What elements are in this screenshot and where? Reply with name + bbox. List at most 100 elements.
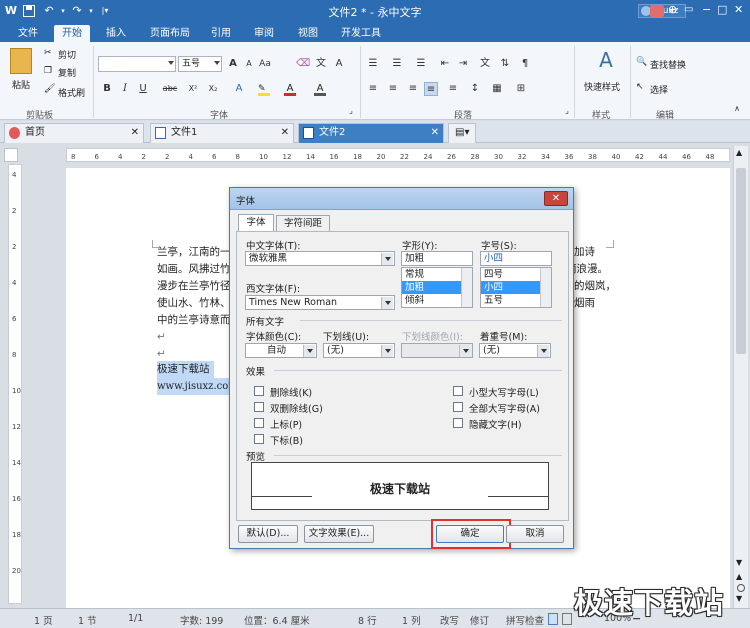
borders-icon[interactable]: ⊞	[514, 82, 528, 96]
outline-view-icon[interactable]	[562, 613, 572, 625]
dialog-title-bar[interactable]: 字体 ✕	[230, 188, 573, 210]
grow-font-icon[interactable]: A	[226, 57, 240, 71]
text-effect-button[interactable]: 文字效果(E)...	[304, 525, 374, 543]
help-icon[interactable]: ⊕	[668, 3, 677, 16]
tab-insert[interactable]: 插入	[98, 25, 134, 42]
size-input[interactable]: 小四	[480, 251, 552, 266]
find-replace-button[interactable]: 查找替换	[650, 58, 686, 71]
clear-format-icon[interactable]: ⌫	[296, 57, 310, 71]
strikethrough-icon[interactable]: abc	[160, 82, 180, 96]
status-spellcheck[interactable]: 拼写检查	[506, 613, 544, 627]
size-list-scrollbar[interactable]	[540, 268, 551, 307]
format-painter-button[interactable]: 格式刷	[58, 86, 85, 99]
highlight-icon[interactable]: ✎	[258, 84, 270, 96]
text-effects-icon[interactable]: A	[232, 82, 246, 96]
scroll-down-icon[interactable]: ▼	[736, 558, 742, 567]
bold-icon[interactable]: B	[100, 82, 114, 96]
font-name-combo[interactable]	[98, 56, 176, 72]
size-list[interactable]: 四号 小四 五号	[480, 267, 552, 308]
west-font-select[interactable]: Times New Roman	[245, 295, 395, 310]
selected-url[interactable]: www.jisuxz.com	[157, 378, 238, 395]
cut-button[interactable]: 剪切	[58, 48, 76, 61]
scroll-thumb[interactable]	[736, 168, 746, 354]
char-border-icon[interactable]: A	[332, 57, 346, 71]
tab-document-2[interactable]: 文件2 ✕	[298, 123, 444, 143]
restore-ribbon-icon[interactable]: ▭	[684, 4, 693, 15]
subscript-checkbox[interactable]	[254, 434, 264, 444]
close-tab-icon[interactable]: ✕	[431, 124, 439, 142]
default-button[interactable]: 默认(D)...	[238, 525, 298, 543]
scroll-up-icon[interactable]: ▲	[736, 148, 742, 157]
next-page-icon[interactable]: ▼	[736, 594, 742, 603]
skin-icon[interactable]	[650, 5, 664, 17]
phonetic-icon[interactable]: 文	[314, 57, 328, 71]
page-view-icon[interactable]	[548, 613, 558, 625]
decrease-indent-icon[interactable]: ⇤	[438, 57, 452, 71]
superscript-checkbox[interactable]	[254, 418, 264, 428]
hidden-text-checkbox[interactable]	[453, 418, 463, 428]
status-overtype[interactable]: 改写	[440, 613, 459, 627]
maximize-icon[interactable]: □	[717, 3, 727, 16]
align-center-icon[interactable]: ≡	[386, 82, 400, 96]
increase-indent-icon[interactable]: ⇥	[456, 57, 470, 71]
vertical-scrollbar[interactable]: ▲ ▼ ▲ ▼	[733, 146, 748, 608]
new-tab-button[interactable]: ▤▾	[448, 123, 476, 143]
ok-button[interactable]: 确定	[436, 525, 504, 543]
copy-button[interactable]: 复制	[58, 66, 76, 79]
selected-title[interactable]: 极速下载站	[157, 361, 214, 378]
tab-references[interactable]: 引用	[203, 25, 239, 42]
collapse-ribbon-icon[interactable]: ∧	[730, 102, 744, 116]
tab-review[interactable]: 审阅	[246, 25, 282, 42]
dialog-close-icon[interactable]: ✕	[544, 191, 568, 206]
quick-styles-icon[interactable]: A	[594, 48, 618, 72]
font-size-combo[interactable]: 五号	[178, 56, 222, 72]
tab-file[interactable]: 文件	[10, 25, 46, 42]
ruler-toggle-icon[interactable]	[4, 148, 18, 162]
minimize-icon[interactable]: −	[702, 3, 711, 16]
prev-page-icon[interactable]: ▲	[736, 572, 742, 581]
paste-icon[interactable]	[10, 48, 32, 74]
tab-developer[interactable]: 开发工具	[333, 25, 389, 42]
align-right-icon[interactable]: ≡	[406, 82, 420, 96]
small-caps-checkbox[interactable]	[453, 386, 463, 396]
vertical-ruler[interactable]: 4 2 2 4 6 8 10 12 14 16 18 20	[8, 164, 22, 604]
close-tab-icon[interactable]: ✕	[131, 124, 139, 142]
quick-styles-button[interactable]: 快速样式	[584, 80, 620, 93]
strikethrough-checkbox[interactable]	[254, 386, 264, 396]
justify-icon[interactable]: ≡	[424, 82, 438, 96]
change-case-icon[interactable]: Aa	[258, 57, 272, 71]
emphasis-select[interactable]: (无)	[479, 343, 551, 358]
font-dialog-launcher-icon[interactable]: ⌟	[344, 104, 358, 118]
distributed-icon[interactable]: ≡	[446, 82, 460, 96]
font-color-select[interactable]: 自动	[245, 343, 317, 358]
cut-icon[interactable]: ✂	[44, 48, 52, 58]
sort-icon[interactable]: ⇅	[498, 57, 512, 71]
tab-home-page[interactable]: 首页 ✕	[4, 123, 144, 143]
select-button[interactable]: 选择	[650, 83, 668, 96]
line-spacing-icon[interactable]: ↕	[468, 82, 482, 96]
status-revise[interactable]: 修订	[470, 613, 489, 627]
underline-icon[interactable]: U	[136, 82, 150, 96]
close-tab-icon[interactable]: ✕	[281, 124, 289, 142]
dialog-tab-font[interactable]: 字体	[238, 214, 274, 231]
copy-icon[interactable]: ❐	[44, 66, 52, 76]
bullets-icon[interactable]: ☰	[366, 57, 380, 71]
tab-document-1[interactable]: 文件1 ✕	[150, 123, 294, 143]
shading-icon[interactable]: ▦	[490, 82, 504, 96]
select-icon[interactable]: ↖	[636, 82, 644, 92]
all-caps-checkbox[interactable]	[453, 402, 463, 412]
status-words[interactable]: 字数: 199	[180, 613, 223, 627]
format-painter-icon[interactable]: 🖌	[44, 84, 55, 94]
char-shading-icon[interactable]: A	[314, 84, 326, 96]
tab-view[interactable]: 视图	[290, 25, 326, 42]
italic-icon[interactable]: I	[118, 82, 132, 96]
find-icon[interactable]: 🔍	[636, 57, 647, 67]
style-input[interactable]: 加粗	[401, 251, 473, 266]
browse-object-icon[interactable]	[737, 584, 745, 592]
shrink-font-icon[interactable]: A	[242, 57, 256, 71]
double-strikethrough-checkbox[interactable]	[254, 402, 264, 412]
superscript-icon[interactable]: X²	[186, 82, 200, 96]
tab-page-layout[interactable]: 页面布局	[142, 25, 198, 42]
multilevel-list-icon[interactable]: ☰	[414, 57, 428, 71]
paragraph-dialog-launcher-icon[interactable]: ⌟	[560, 104, 574, 118]
